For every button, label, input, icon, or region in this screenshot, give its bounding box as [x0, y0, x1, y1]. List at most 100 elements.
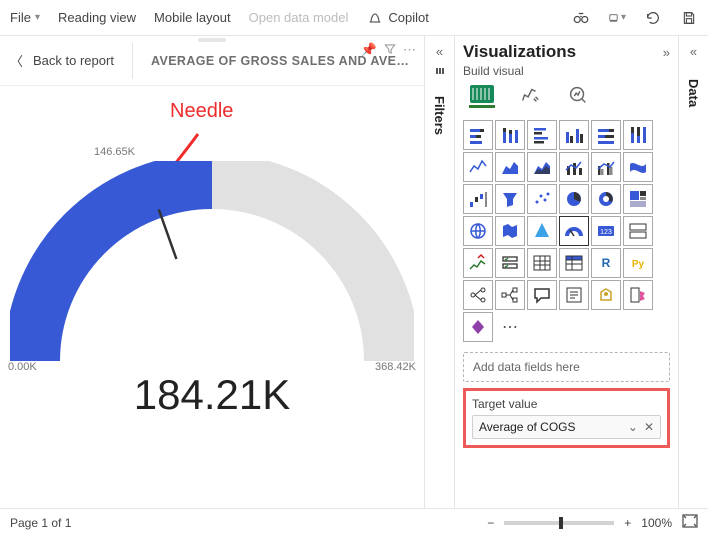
viz-funnel[interactable]: [495, 184, 525, 214]
data-pane-label[interactable]: Data: [686, 79, 701, 107]
build-visual-label: Build visual: [463, 64, 670, 78]
viz-get-more[interactable]: ⋯: [495, 312, 525, 342]
copilot-label: Copilot: [388, 10, 428, 25]
report-canvas: 📌 ⋯ 〈 Back to report AVERAGE OF GROSS SA…: [0, 36, 424, 508]
target-value-label: Target value: [472, 397, 661, 411]
chevron-down-icon[interactable]: ⌄: [628, 420, 638, 434]
gauge-value: 184.21K: [134, 371, 290, 419]
viz-multi-row-card[interactable]: [623, 216, 653, 246]
open-data-model-label: Open data model: [249, 10, 349, 25]
viz-donut[interactable]: [591, 184, 621, 214]
zoom-out-button[interactable]: −: [487, 516, 494, 530]
viz-100-stacked-column[interactable]: [623, 120, 653, 150]
zoom-level: 100%: [641, 516, 672, 530]
save-icon[interactable]: [680, 9, 698, 27]
viz-line[interactable]: [463, 152, 493, 182]
viz-python[interactable]: Py: [623, 248, 653, 278]
visualizations-title: Visualizations: [463, 42, 576, 62]
chevron-down-icon: ▾: [621, 12, 626, 23]
copilot-icon: [366, 9, 384, 27]
values-field-well[interactable]: Add data fields here: [463, 352, 670, 382]
zoom-slider[interactable]: [504, 521, 614, 525]
data-pane-collapsed: « Data: [678, 36, 708, 508]
values-placeholder[interactable]: Add data fields here: [463, 352, 670, 382]
viz-narrative[interactable]: [559, 280, 589, 310]
refresh-icon[interactable]: [644, 9, 662, 27]
viz-stacked-column[interactable]: [495, 120, 525, 150]
viz-table[interactable]: [527, 248, 557, 278]
chevron-left-icon: 〈: [10, 51, 23, 70]
reading-view-label: Reading view: [58, 10, 136, 25]
viz-azure-map[interactable]: [527, 216, 557, 246]
viz-goals[interactable]: [591, 280, 621, 310]
viz-scatter[interactable]: [527, 184, 557, 214]
viz-slicer[interactable]: [495, 248, 525, 278]
more-visuals-label: ⋯: [502, 317, 518, 337]
viz-stacked-bar[interactable]: [463, 120, 493, 150]
viz-area[interactable]: [495, 152, 525, 182]
reading-view-button[interactable]: Reading view: [58, 10, 136, 25]
mobile-layout-button[interactable]: Mobile layout: [154, 10, 231, 25]
filter-icon[interactable]: [383, 42, 397, 59]
remove-icon[interactable]: ✕: [644, 420, 654, 434]
gauge-target-label: 146.65K: [94, 146, 135, 158]
open-data-model-button: Open data model: [249, 10, 349, 25]
tab-analytics[interactable]: [565, 82, 591, 108]
gauge-chart: [10, 161, 414, 371]
viz-clustered-bar[interactable]: [527, 120, 557, 150]
viz-pie[interactable]: [559, 184, 589, 214]
viz-paginated[interactable]: [623, 280, 653, 310]
drag-handle[interactable]: [198, 38, 226, 42]
annotation-needle-label: Needle: [170, 100, 233, 123]
expand-filters-icon[interactable]: «: [436, 44, 443, 59]
status-bar: Page 1 of 1 − + 100%: [0, 508, 708, 536]
zoom-in-button[interactable]: +: [624, 516, 631, 530]
visualization-gallery: 123 R Py ⋯: [463, 120, 670, 342]
chevron-down-icon: ▾: [35, 12, 40, 23]
target-value-pill[interactable]: Average of COGS ⌄ ✕: [472, 415, 661, 439]
collapse-viz-icon[interactable]: »: [663, 45, 670, 60]
viz-matrix[interactable]: [559, 248, 589, 278]
viz-ribbon[interactable]: [623, 152, 653, 182]
viz-map[interactable]: [463, 216, 493, 246]
viz-card[interactable]: 123: [591, 216, 621, 246]
back-to-report-button[interactable]: 〈 Back to report: [10, 51, 114, 70]
filters-pane-collapsed: « Filters: [424, 36, 454, 508]
viz-line-clustered-column[interactable]: [591, 152, 621, 182]
gauge-max-label: 368.42K: [375, 361, 416, 373]
target-value-section: Target value Average of COGS ⌄ ✕: [463, 388, 670, 448]
tab-format-visual[interactable]: [517, 82, 543, 108]
fit-to-page-icon[interactable]: [682, 514, 698, 531]
more-icon[interactable]: ⋯: [403, 42, 416, 59]
target-pill-label: Average of COGS: [479, 420, 576, 434]
viz-treemap[interactable]: [623, 184, 653, 214]
viz-stacked-area[interactable]: [527, 152, 557, 182]
file-label: File: [10, 10, 31, 25]
viz-power-apps[interactable]: [463, 312, 493, 342]
expand-data-icon[interactable]: «: [690, 44, 697, 59]
viz-key-influencers[interactable]: [463, 280, 493, 310]
viz-qa[interactable]: [527, 280, 557, 310]
file-menu[interactable]: File ▾: [10, 10, 40, 25]
viz-gauge[interactable]: [559, 216, 589, 246]
viz-100-stacked-bar[interactable]: [591, 120, 621, 150]
page-view-icon[interactable]: ▾: [608, 9, 626, 27]
gauge-min-label: 0.00K: [8, 361, 37, 373]
tab-build-visual[interactable]: [469, 82, 495, 108]
viz-r-script[interactable]: R: [591, 248, 621, 278]
viz-kpi[interactable]: [463, 248, 493, 278]
binoculars-icon[interactable]: [572, 9, 590, 27]
filters-icon: [434, 65, 446, 80]
pin-icon[interactable]: 📌: [361, 42, 377, 59]
viz-filled-map[interactable]: [495, 216, 525, 246]
viz-decomposition[interactable]: [495, 280, 525, 310]
copilot-button[interactable]: Copilot: [366, 9, 428, 27]
viz-clustered-column[interactable]: [559, 120, 589, 150]
viz-line-stacked-column[interactable]: [559, 152, 589, 182]
filters-pane-label[interactable]: Filters: [432, 96, 447, 135]
viz-waterfall[interactable]: [463, 184, 493, 214]
top-toolbar: File ▾ Reading view Mobile layout Open d…: [0, 0, 708, 36]
page-indicator: Page 1 of 1: [10, 516, 71, 530]
mobile-layout-label: Mobile layout: [154, 10, 231, 25]
visualizations-pane: Visualizations » Build visual: [454, 36, 678, 508]
